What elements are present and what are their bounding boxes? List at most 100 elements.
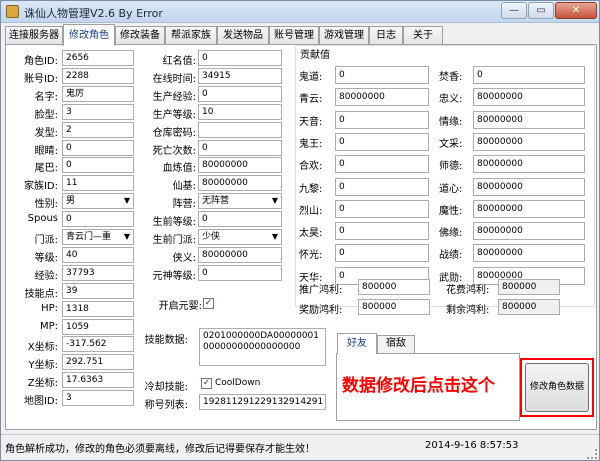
col1-item-8-select[interactable]: 男 ▼: [62, 193, 134, 210]
tab-enemies[interactable]: 宿敌: [377, 335, 415, 353]
tab-game-management[interactable]: 游戏管理: [319, 26, 369, 45]
col2-item-8-select[interactable]: 无阵营 ▼: [198, 193, 282, 210]
col2-item-1-field[interactable]: 34915: [198, 67, 282, 84]
col2-label-0: 红名值:: [162, 56, 196, 67]
tab-guild-family[interactable]: 帮派家族: [165, 26, 217, 45]
col1-item-3-field[interactable]: 3: [62, 103, 134, 120]
col1-item-15-field[interactable]: 1059: [62, 318, 134, 335]
col1-item-4-field[interactable]: 2: [62, 121, 134, 138]
col1-item-9-field[interactable]: 0: [62, 211, 134, 228]
bonus-field-0-1[interactable]: 800000: [498, 279, 560, 295]
contrib-field-2-1[interactable]: 80000000: [473, 110, 585, 129]
col1-item-19-field[interactable]: 3: [62, 390, 134, 407]
col1-label-17: Y坐标:: [28, 360, 58, 372]
col1-label-14: HP:: [41, 302, 58, 314]
contrib-field-3-0[interactable]: 0: [335, 132, 429, 151]
bonus-label-1-0: 奖励鸿利:: [299, 305, 343, 316]
contrib-label-0-1: 焚香:: [439, 72, 463, 83]
col1-item-10-select[interactable]: 青云门—重 ▼: [62, 229, 134, 245]
col1-item-7-field[interactable]: 11: [62, 175, 134, 192]
col1-item-17-field[interactable]: 292.751: [62, 354, 134, 371]
col2-item-3-field[interactable]: 10: [198, 103, 282, 120]
col1-item-2-field[interactable]: 鬼厉: [62, 85, 134, 102]
tab-account-management[interactable]: 账号管理: [269, 26, 319, 45]
tab-connect-server[interactable]: 连接服务器: [5, 26, 63, 45]
contrib-field-0-0[interactable]: 0: [335, 66, 429, 84]
col2-item-0-field[interactable]: 0: [198, 50, 282, 66]
contrib-field-4-1[interactable]: 80000000: [473, 155, 585, 174]
contrib-field-4-0[interactable]: 0: [335, 155, 429, 174]
contrib-field-0-1[interactable]: 0: [473, 66, 585, 84]
contrib-label-4-0: 合欢:: [299, 161, 323, 173]
bonus-field-1-0[interactable]: 800000: [358, 299, 430, 315]
contrib-field-8-1[interactable]: 80000000: [473, 244, 585, 263]
col2-label-5: 死亡次数:: [152, 145, 196, 157]
col1-label-10: 门派:: [34, 235, 58, 246]
tab-edit-character[interactable]: 修改角色: [63, 24, 115, 46]
col1-item-18-value: 17.6363: [66, 375, 104, 386]
col1-label-12: 经验:: [34, 270, 58, 282]
tab-edit-equipment[interactable]: 修改装备: [115, 26, 165, 45]
resize-grip[interactable]: [587, 449, 597, 459]
contrib-label-0-0: 鬼道:: [299, 72, 323, 83]
bonus-field-0-0[interactable]: 800000: [358, 279, 430, 295]
contrib-field-2-0[interactable]: 0: [335, 110, 429, 129]
col1-item-13-field[interactable]: 39: [62, 282, 134, 299]
col2-item-9-field[interactable]: 0: [198, 211, 282, 228]
contrib-field-7-1[interactable]: 80000000: [473, 222, 585, 241]
col1-item-11-value: 40: [66, 249, 78, 260]
col2-item-8-value: 无阵营: [202, 196, 230, 207]
col1-item-16-field[interactable]: -317.562: [62, 336, 134, 353]
cooldown-checkbox[interactable]: ✓: [201, 378, 212, 389]
col1-item-12-value: 37793: [66, 267, 95, 278]
col1-item-5-field[interactable]: 0: [62, 139, 134, 156]
col2-item-0-value: 0: [202, 53, 208, 63]
tab-about[interactable]: 关于: [403, 26, 443, 45]
contrib-field-5-0[interactable]: 0: [335, 177, 429, 196]
col2-item-5-field[interactable]: 0: [198, 139, 282, 156]
contrib-label-8-1: 战绩:: [439, 250, 463, 262]
col2-item-10-select[interactable]: 少侠 ▼: [198, 229, 282, 245]
col2-item-7-field[interactable]: 80000000: [198, 175, 282, 192]
close-button[interactable]: ✕: [555, 2, 597, 19]
contrib-label-2-0: 天音:: [299, 116, 323, 128]
contrib-field-1-1[interactable]: 80000000: [473, 88, 585, 107]
col1-item-14-field[interactable]: 1318: [62, 300, 134, 317]
contrib-field-1-0[interactable]: 80000000: [335, 88, 429, 107]
col1-item-11-field[interactable]: 40: [62, 246, 134, 263]
skill-data-textarea[interactable]: 0201000000DA0000000100000000000000000: [199, 328, 326, 366]
col1-item-12-field[interactable]: 37793: [62, 264, 134, 281]
contrib-field-7-0[interactable]: 0: [335, 222, 429, 241]
col1-label-7: 家族ID:: [23, 181, 58, 193]
bonus-field-1-1[interactable]: 800000: [498, 299, 560, 315]
minimize-button[interactable]: —: [501, 2, 527, 19]
col2-item-12-field[interactable]: 0: [198, 264, 282, 281]
contrib-field-8-0[interactable]: 0: [335, 244, 429, 263]
contrib-field-3-1[interactable]: 80000000: [473, 132, 585, 151]
col1-item-6-field[interactable]: 0: [62, 157, 134, 174]
col2-item-2-field[interactable]: 0: [198, 85, 282, 102]
col2-item-11-field[interactable]: 80000000: [198, 246, 282, 263]
col1-item-8-chevron-down-icon: ▼: [123, 196, 130, 206]
tab-send-items[interactable]: 发送物品: [217, 26, 269, 45]
col1-item-1-value: 2288: [66, 70, 89, 81]
contrib-field-6-1[interactable]: 80000000: [473, 199, 585, 218]
title-list-field[interactable]: 192811291229132914291 5: [199, 394, 326, 410]
col1-label-19: 地图ID:: [23, 396, 58, 408]
tab-log[interactable]: 日志: [369, 26, 403, 45]
col2-label-3: 生产等级:: [152, 109, 196, 121]
col2-item-6-field[interactable]: 80000000: [198, 157, 282, 174]
col1-item-1-field[interactable]: 2288: [62, 67, 134, 84]
col1-item-0-field[interactable]: 2656: [62, 50, 134, 66]
contrib-field-5-1[interactable]: 80000000: [473, 177, 585, 196]
save-character-button[interactable]: 修改角色数据: [525, 363, 589, 412]
maximize-button[interactable]: ▭: [528, 2, 554, 19]
col2-item-4-field[interactable]: [198, 121, 282, 138]
contrib-field-6-0[interactable]: 0: [335, 199, 429, 218]
tab-friends[interactable]: 好友: [337, 333, 377, 354]
col1-label-11: 等级:: [34, 252, 58, 264]
col1-item-18-field[interactable]: 17.6363: [62, 372, 134, 389]
col1-label-0: 角色ID:: [23, 56, 58, 67]
open-yuanshen-checkbox[interactable]: ✓: [203, 298, 214, 309]
col1-item-13-value: 39: [66, 285, 78, 296]
